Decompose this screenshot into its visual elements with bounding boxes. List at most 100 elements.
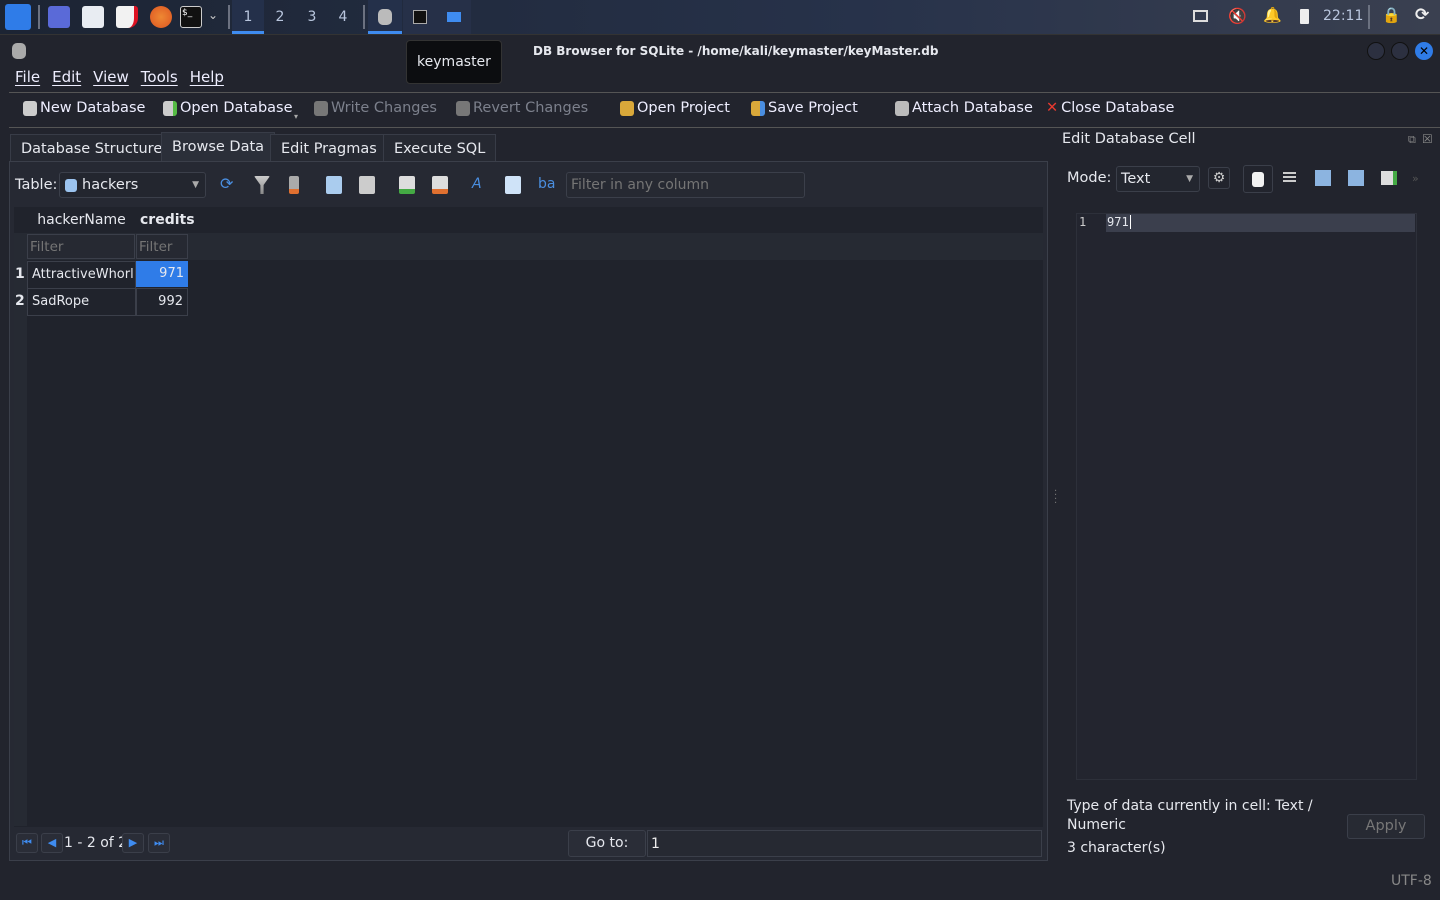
filter-credits[interactable] bbox=[136, 234, 188, 259]
label: Write Changes bbox=[331, 100, 437, 116]
divider bbox=[9, 92, 1440, 93]
lock-icon[interactable]: 🔒 bbox=[1382, 6, 1401, 24]
filter-hackername[interactable] bbox=[27, 234, 135, 259]
dropdown-arrow-icon[interactable]: ▾ bbox=[294, 112, 298, 121]
desktop-icon[interactable] bbox=[48, 6, 70, 28]
close-window-button[interactable]: ✕ bbox=[1415, 42, 1433, 60]
new-database-button[interactable]: New Database bbox=[23, 100, 145, 116]
firefox-icon[interactable] bbox=[150, 6, 172, 28]
logout-icon[interactable]: ⟳ bbox=[1415, 5, 1429, 25]
overflow-chevron-icon[interactable]: » bbox=[1412, 172, 1419, 185]
menu-edit[interactable]: Edit bbox=[52, 68, 81, 86]
first-page-button[interactable]: ⏮ bbox=[16, 833, 38, 853]
splitter-handle[interactable]: · · · · bbox=[1054, 487, 1057, 509]
cell-editor-text[interactable]: 971 bbox=[1107, 215, 1131, 229]
menu-help[interactable]: Help bbox=[190, 68, 224, 86]
chevron-down-icon: ▼ bbox=[1186, 174, 1193, 184]
cell-hackername[interactable]: SadRope bbox=[27, 288, 136, 316]
open-project-button[interactable]: Open Project bbox=[620, 100, 730, 116]
float-dock-icon[interactable]: ⧉ bbox=[1408, 133, 1416, 147]
file-manager-icon[interactable] bbox=[82, 6, 104, 28]
filter-any-column-input[interactable] bbox=[566, 172, 805, 198]
taskbar-dbbrowser[interactable] bbox=[368, 0, 402, 34]
text-editor-icon[interactable] bbox=[116, 6, 138, 28]
network-icon[interactable] bbox=[1193, 10, 1208, 22]
tab-execute-sql[interactable]: Execute SQL bbox=[383, 134, 497, 162]
clock[interactable]: 22:11 bbox=[1323, 8, 1363, 24]
new-database-icon bbox=[23, 100, 37, 116]
row-number[interactable]: 2 bbox=[13, 288, 27, 314]
open-database-button[interactable]: Open Database bbox=[163, 100, 293, 116]
font-icon[interactable]: A bbox=[472, 176, 488, 194]
next-page-button[interactable]: ▶ bbox=[122, 833, 144, 853]
character-count: 3 character(s) bbox=[1067, 840, 1166, 856]
set-null-icon[interactable] bbox=[1381, 171, 1397, 185]
label: Open Project bbox=[637, 100, 730, 116]
export-icon[interactable] bbox=[1348, 170, 1364, 186]
find-replace-icon[interactable]: ba bbox=[538, 176, 555, 194]
workspace-2[interactable]: 2 bbox=[264, 0, 296, 34]
apply-button[interactable]: Apply bbox=[1347, 814, 1425, 839]
cell-editor[interactable] bbox=[1076, 213, 1417, 780]
taskbar-folder[interactable] bbox=[437, 0, 471, 34]
auto-format-gear-icon[interactable]: ⚙ bbox=[1208, 167, 1230, 189]
mode-select[interactable]: Text ▼ bbox=[1116, 166, 1200, 192]
goto-button[interactable]: Go to: bbox=[568, 830, 646, 857]
write-changes-icon bbox=[314, 100, 328, 116]
attach-database-icon bbox=[895, 100, 909, 116]
revert-changes-button[interactable]: Revert Changes bbox=[456, 100, 588, 116]
goto-input[interactable] bbox=[647, 830, 1042, 857]
workspace-1[interactable]: 1 bbox=[232, 0, 264, 34]
column-header-hackername[interactable]: hackerName bbox=[27, 207, 136, 233]
chevron-down-icon: ▼ bbox=[192, 180, 199, 190]
import-icon[interactable] bbox=[1315, 170, 1331, 186]
open-database-icon bbox=[163, 100, 177, 116]
minimize-button[interactable] bbox=[1367, 42, 1385, 60]
menu-file[interactable]: File bbox=[15, 68, 40, 86]
menu-tools[interactable]: Tools bbox=[141, 68, 178, 86]
last-page-button[interactable]: ⏭ bbox=[148, 833, 170, 853]
chevron-down-icon[interactable]: ⌄ bbox=[208, 8, 218, 22]
cell-hackername[interactable]: AttractiveWhorl bbox=[27, 261, 136, 289]
delete-record-icon[interactable] bbox=[432, 176, 448, 194]
attach-database-button[interactable]: Attach Database bbox=[895, 100, 1033, 116]
terminal-icon bbox=[413, 10, 427, 24]
previous-page-button[interactable]: ◀ bbox=[41, 833, 63, 853]
battery-icon[interactable] bbox=[1300, 9, 1309, 24]
clear-sort-icon[interactable] bbox=[289, 176, 299, 194]
label: Save Project bbox=[768, 100, 858, 116]
write-changes-button[interactable]: Write Changes bbox=[314, 100, 437, 116]
cell-credits[interactable]: 992 bbox=[136, 288, 188, 316]
divider bbox=[363, 5, 365, 29]
bell-icon[interactable]: 🔔 bbox=[1263, 6, 1282, 24]
menu-view[interactable]: View bbox=[93, 68, 129, 86]
terminal-icon[interactable]: $_ bbox=[180, 6, 202, 28]
cell-credits-selected[interactable]: 971 bbox=[136, 261, 188, 287]
close-database-button[interactable]: ✕ Close Database bbox=[1046, 100, 1174, 116]
workspace-4[interactable]: 4 bbox=[327, 0, 359, 34]
tab-database-structure[interactable]: Database Structure bbox=[10, 134, 174, 162]
tab-browse-data[interactable]: Browse Data bbox=[161, 132, 276, 162]
table-select[interactable]: hackers ▼ bbox=[59, 172, 206, 198]
refresh-icon[interactable]: ⟳ bbox=[220, 174, 236, 193]
pager-status: 1 - 2 of 2 bbox=[64, 835, 128, 851]
text-format-icon[interactable] bbox=[505, 176, 521, 194]
divider bbox=[9, 127, 1440, 128]
close-dock-icon[interactable]: ☒ bbox=[1422, 132, 1433, 146]
row-number[interactable]: 1 bbox=[13, 261, 27, 287]
current-line-highlight bbox=[1106, 214, 1415, 232]
save-project-button[interactable]: Save Project bbox=[751, 100, 858, 116]
print-icon[interactable] bbox=[359, 176, 375, 194]
window-title: DB Browser for SQLite - /home/kali/keyma… bbox=[533, 44, 939, 58]
tab-edit-pragmas[interactable]: Edit Pragmas bbox=[270, 134, 388, 162]
workspace-3[interactable]: 3 bbox=[296, 0, 328, 34]
column-header-credits[interactable]: credits bbox=[136, 207, 195, 233]
kali-menu-icon[interactable] bbox=[5, 4, 31, 30]
save-results-icon[interactable] bbox=[326, 176, 342, 194]
word-wrap-button[interactable] bbox=[1243, 165, 1273, 193]
insert-record-icon[interactable] bbox=[399, 176, 415, 194]
volume-muted-icon[interactable]: 🔇 bbox=[1228, 7, 1247, 25]
indent-icon[interactable] bbox=[1283, 172, 1296, 184]
maximize-button[interactable] bbox=[1391, 42, 1409, 60]
taskbar-terminal[interactable] bbox=[403, 0, 437, 34]
